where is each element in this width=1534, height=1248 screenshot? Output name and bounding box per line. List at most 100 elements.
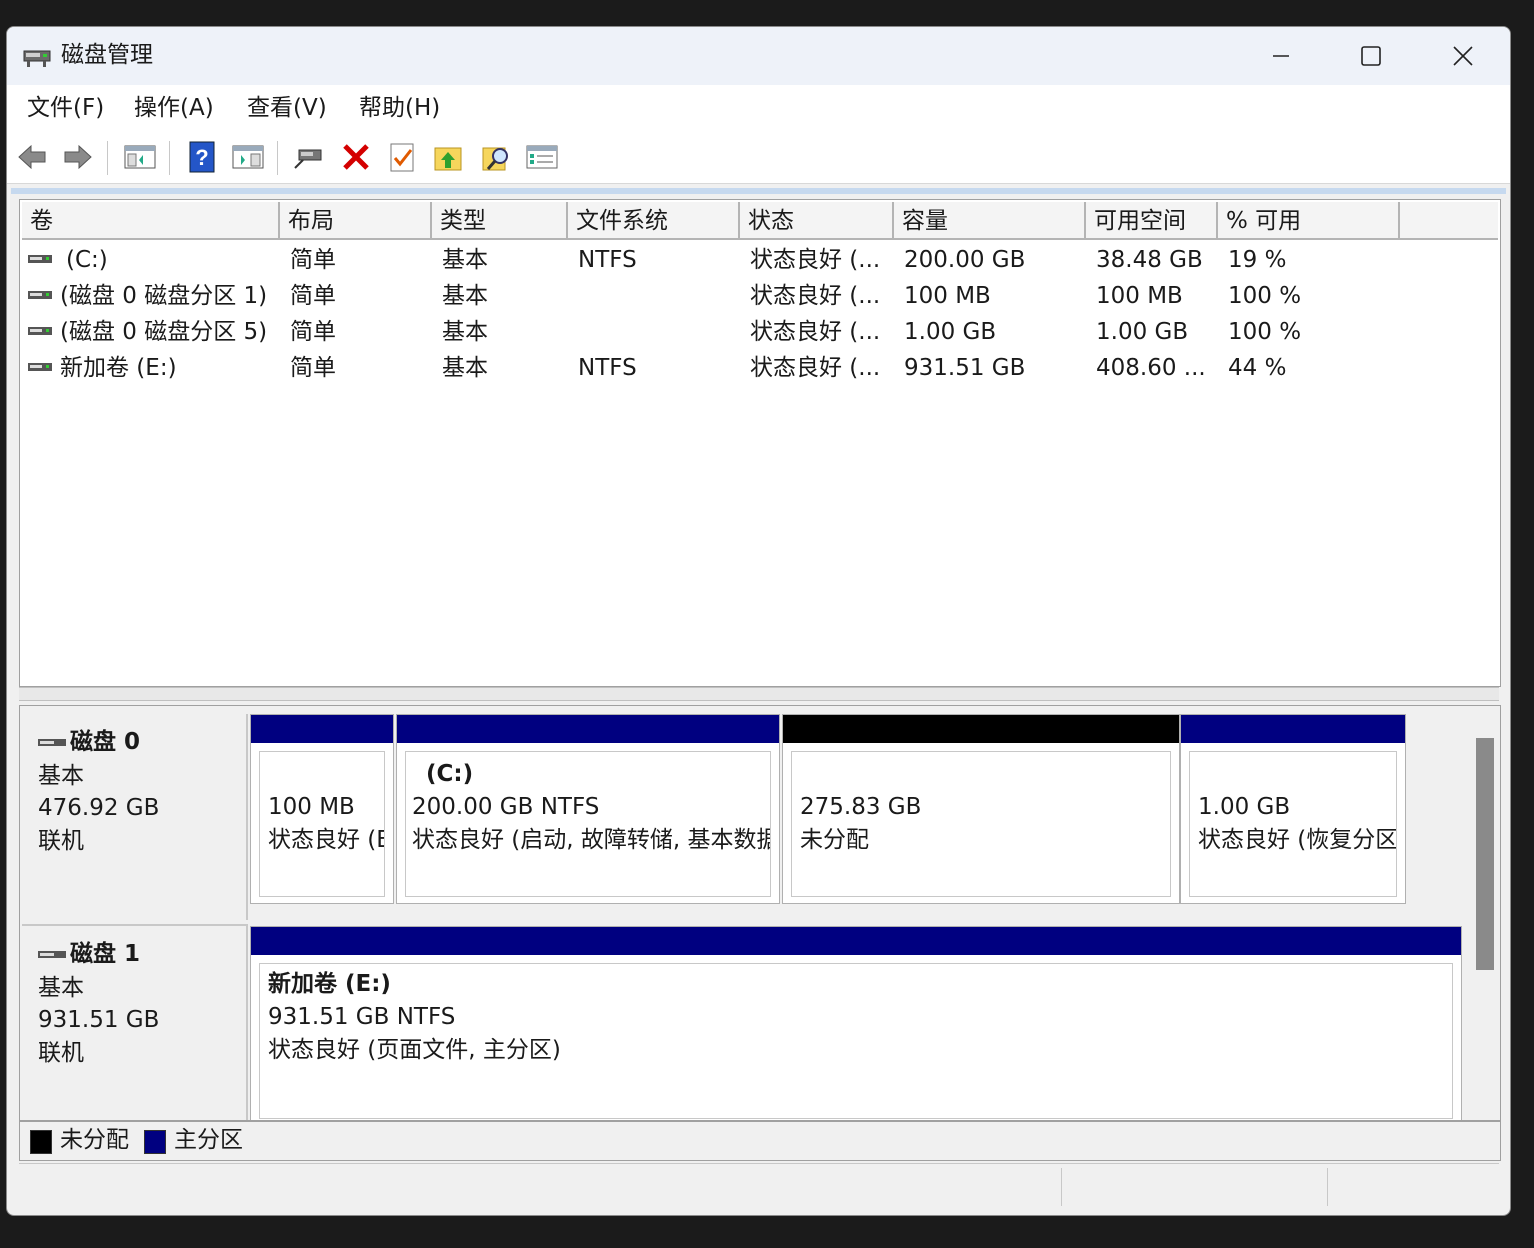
column-header-layout[interactable]: 布局: [280, 202, 432, 240]
forward-icon[interactable]: [61, 140, 95, 174]
minimize-button[interactable]: [1235, 27, 1327, 85]
partition-size: 931.51 GB NTFS: [268, 1004, 456, 1030]
cell-layout: 简单: [290, 283, 336, 309]
drive-icon: [28, 255, 52, 263]
disk-name: 磁盘 1: [70, 941, 141, 967]
cell-status: 状态良好 (...: [750, 355, 881, 381]
cell-capacity: 931.51 GB: [904, 355, 1026, 381]
volume-row[interactable]: (磁盘 0 磁盘分区 1) 简单 基本 状态良好 (... 100 MB 100…: [20, 278, 1500, 314]
properties-icon[interactable]: [385, 140, 419, 174]
cell-percent-free: 19 %: [1228, 247, 1287, 273]
partition-title: [1198, 758, 1396, 791]
column-header-empty: [1400, 202, 1498, 240]
cell-free-space: 1.00 GB: [1096, 319, 1189, 345]
up-icon[interactable]: [431, 140, 465, 174]
drive-icon: [28, 327, 52, 335]
partition-type-bar: [251, 715, 393, 743]
partition-block[interactable]: 275.83 GB 未分配: [782, 714, 1180, 904]
find-icon[interactable]: [479, 140, 513, 174]
pane-splitter[interactable]: [19, 687, 1499, 701]
legend: 未分配 主分区: [19, 1121, 1501, 1161]
column-header-filesystem[interactable]: 文件系统: [568, 202, 740, 240]
legend-swatch-unallocated: [30, 1130, 52, 1154]
disk-1-info[interactable]: 磁盘 1 基本 931.51 GB 联机: [22, 924, 248, 1120]
volume-row[interactable]: (C:) 简单 基本 NTFS 状态良好 (... 200.00 GB 38.4…: [20, 242, 1500, 278]
svg-text:?: ?: [195, 145, 208, 170]
cell-free-space: 408.60 ...: [1096, 355, 1206, 381]
legend-label-unallocated: 未分配: [60, 1127, 129, 1153]
column-header-volume[interactable]: 卷: [22, 202, 280, 240]
window-title: 磁盘管理: [61, 42, 153, 68]
disk-0-info[interactable]: 磁盘 0 基本 476.92 GB 联机: [22, 714, 248, 920]
disk-state: 联机: [38, 1040, 84, 1066]
volume-row[interactable]: (磁盘 0 磁盘分区 5) 简单 基本 状态良好 (... 1.00 GB 1.…: [20, 314, 1500, 350]
volume-row[interactable]: 新加卷 (E:) 简单 基本 NTFS 状态良好 (... 931.51 GB …: [20, 350, 1500, 386]
column-header-type[interactable]: 类型: [432, 202, 568, 240]
cell-layout: 简单: [290, 355, 336, 381]
partition-status: 状态良好 (启动, 故障转储, 基本数据: [412, 827, 771, 853]
disk-state: 联机: [38, 828, 84, 854]
column-header-free-space[interactable]: 可用空间: [1086, 202, 1218, 240]
view-list-icon[interactable]: [525, 140, 559, 174]
drive-icon: [28, 291, 52, 299]
column-header-status[interactable]: 状态: [740, 202, 894, 240]
cell-status: 状态良好 (...: [750, 283, 881, 309]
console-tree-icon[interactable]: [123, 140, 157, 174]
cell-capacity: 200.00 GB: [904, 247, 1026, 273]
menu-action[interactable]: 操作(A): [134, 93, 214, 123]
partition-title: [268, 758, 384, 791]
cell-capacity: 1.00 GB: [904, 319, 997, 345]
cell-layout: 简单: [290, 319, 336, 345]
vertical-scrollbar[interactable]: [1474, 706, 1496, 1120]
cell-type: 基本: [442, 247, 488, 273]
back-icon[interactable]: [15, 140, 49, 174]
partition-type-bar: [783, 715, 1179, 743]
delete-icon[interactable]: [339, 140, 373, 174]
partition-title: [800, 758, 1170, 791]
maximize-button[interactable]: [1325, 27, 1417, 85]
partition-block[interactable]: 100 MB 状态良好 (E: [250, 714, 394, 904]
partition-block[interactable]: 1.00 GB 状态良好 (恢复分区: [1180, 714, 1406, 904]
close-icon: [1453, 46, 1473, 66]
disk-name: 磁盘 0: [70, 729, 141, 755]
scrollbar-thumb[interactable]: [1476, 738, 1494, 970]
disk-size: 931.51 GB: [38, 1007, 160, 1033]
show-pane-icon[interactable]: [231, 140, 265, 174]
cell-free-space: 38.48 GB: [1096, 247, 1203, 273]
menu-bar: 文件(F) 操作(A) 查看(V) 帮助(H): [7, 85, 1510, 132]
disk-size: 476.92 GB: [38, 795, 160, 821]
close-button[interactable]: [1417, 27, 1509, 85]
volume-list[interactable]: 卷 布局 类型 文件系统 状态 容量 可用空间 % 可用 (C:) 简单 基本 …: [19, 199, 1501, 687]
partition-size: 100 MB: [268, 794, 355, 820]
cell-type: 基本: [442, 283, 488, 309]
partition-type-bar: [251, 927, 1461, 955]
cell-volume: (磁盘 0 磁盘分区 5): [60, 319, 268, 345]
partition-status: 状态良好 (恢复分区: [1198, 827, 1397, 853]
connect-disk-icon[interactable]: [291, 140, 325, 174]
disk-management-app-icon: [23, 50, 51, 67]
cell-percent-free: 44 %: [1228, 355, 1287, 381]
disk-graphical-view: 磁盘 0 基本 476.92 GB 联机 100 MB 状态良好 (E (C:)…: [19, 705, 1501, 1121]
cell-percent-free: 100 %: [1228, 283, 1302, 309]
menu-file[interactable]: 文件(F): [27, 93, 104, 123]
partition-size: 1.00 GB: [1198, 794, 1291, 820]
cell-status: 状态良好 (...: [750, 319, 881, 345]
partition-block[interactable]: (C:) 200.00 GB NTFS 状态良好 (启动, 故障转储, 基本数据: [396, 714, 780, 904]
minimize-icon: [1273, 55, 1289, 57]
cell-type: 基本: [442, 319, 488, 345]
cell-volume: (C:): [66, 247, 108, 273]
cell-volume: (磁盘 0 磁盘分区 1): [60, 283, 268, 309]
column-header-capacity[interactable]: 容量: [894, 202, 1086, 240]
cell-percent-free: 100 %: [1228, 319, 1302, 345]
menu-help[interactable]: 帮助(H): [359, 93, 440, 123]
partition-status: 未分配: [800, 827, 869, 853]
menu-view[interactable]: 查看(V): [247, 93, 327, 123]
cell-layout: 简单: [290, 247, 336, 273]
help-icon[interactable]: ?: [185, 140, 219, 174]
toolbar: ?: [7, 131, 1510, 184]
title-bar[interactable]: 磁盘管理: [7, 27, 1510, 85]
partition-type-bar: [1181, 715, 1405, 743]
partition-block[interactable]: 新加卷 (E:) 931.51 GB NTFS 状态良好 (页面文件, 主分区): [250, 926, 1462, 1120]
column-header-percent-free[interactable]: % 可用: [1218, 202, 1400, 240]
maximize-icon: [1361, 46, 1381, 66]
